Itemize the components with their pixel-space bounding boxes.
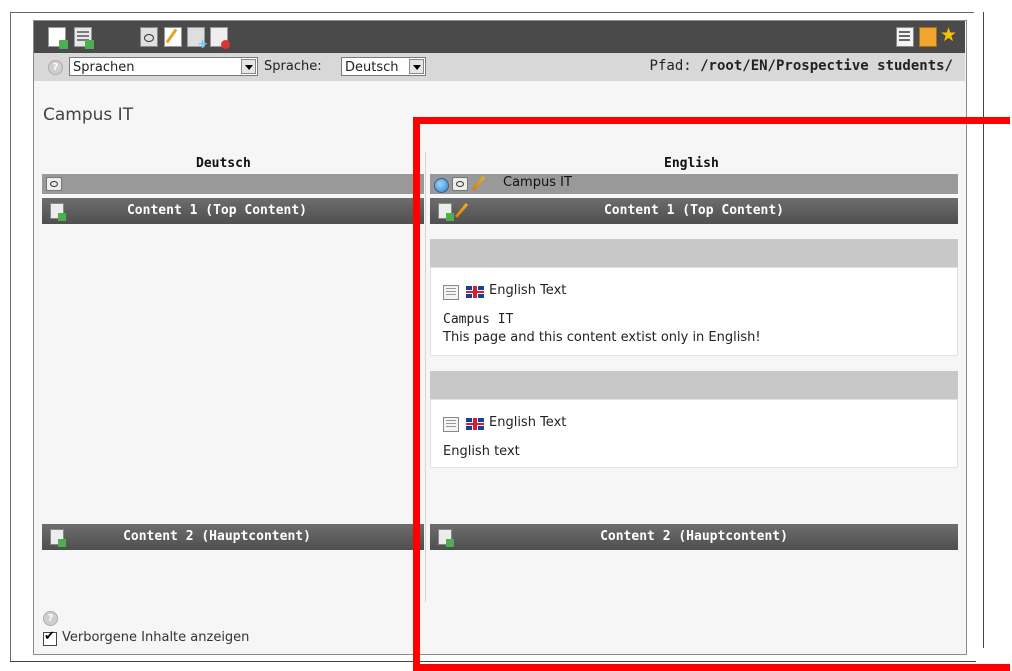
list-view-icon[interactable] <box>896 27 914 47</box>
path-label: Pfad: <box>649 58 692 74</box>
annotation-highlight-left <box>413 117 420 671</box>
content1-header-de: Content 1 (Top Content) <box>42 198 424 224</box>
frame-right-edge <box>983 12 984 648</box>
pencil-icon[interactable] <box>471 176 486 191</box>
text-element-icon <box>443 285 459 300</box>
content-type-label: English Text <box>489 415 567 430</box>
content-body: This page and this content extist only i… <box>443 330 761 345</box>
overlay-page-title: Campus IT <box>503 175 572 190</box>
annotation-highlight-bottom <box>413 664 1010 671</box>
top-toolbar <box>34 21 965 53</box>
annotation-highlight-top <box>413 117 1010 124</box>
help-icon[interactable]: ? <box>48 60 63 75</box>
content2-header-en: Content 2 (Hauptcontent) <box>430 524 958 550</box>
column-header-english: English <box>664 156 719 171</box>
content2-title-de: Content 2 (Hauptcontent) <box>123 529 311 544</box>
edit-page-icon[interactable] <box>164 27 182 47</box>
language-label: Sprache: <box>264 59 322 74</box>
new-record-icon[interactable] <box>74 27 94 49</box>
page-path: Pfad: /root/EN/Prospective students/ <box>650 58 953 74</box>
column-header-deutsch: Deutsch <box>196 156 251 171</box>
new-page-icon[interactable] <box>48 27 68 49</box>
language-overlay-bar-de <box>42 174 424 194</box>
view-icon[interactable] <box>452 177 468 191</box>
frame-bottom-edge <box>10 661 976 662</box>
content1-title-de: Content 1 (Top Content) <box>126 203 307 218</box>
help-icon[interactable]: ? <box>43 611 58 626</box>
delete-page-icon[interactable] <box>210 27 230 49</box>
language-select-value: Deutsch <box>345 60 399 75</box>
page-title: Campus IT <box>43 105 134 125</box>
chevron-down-icon <box>241 59 256 74</box>
content-element[interactable]: English Text English text <box>430 399 958 468</box>
view-page-icon[interactable] <box>140 27 158 47</box>
function-bar: ? Sprachen Sprache: Deutsch Pfad: /root/… <box>34 53 965 81</box>
mode-select-value: Sprachen <box>73 60 135 75</box>
path-value: /root/EN/Prospective students/ <box>700 58 953 74</box>
clipboard-icon[interactable] <box>919 27 937 47</box>
show-hidden-label: Verborgene Inhalte anzeigen <box>62 630 250 645</box>
content-header: Campus IT <box>443 312 514 327</box>
uk-flag-icon <box>466 418 484 430</box>
content-element-header <box>430 239 958 267</box>
content2-title-en: Content 2 (Hauptcontent) <box>600 529 788 544</box>
content-type-label: English Text <box>489 283 567 298</box>
mode-select[interactable]: Sprachen <box>69 57 258 76</box>
language-select[interactable]: Deutsch <box>341 57 426 76</box>
show-hidden-checkbox[interactable] <box>43 629 57 646</box>
content1-title-en: Content 1 (Top Content) <box>603 203 784 218</box>
uk-flag-icon <box>466 286 484 298</box>
move-page-icon[interactable] <box>187 27 208 52</box>
content-body: English text <box>443 444 520 459</box>
bookmark-star-icon[interactable] <box>940 24 958 46</box>
content2-header-de: Content 2 (Hauptcontent) <box>42 524 424 550</box>
content-element[interactable]: English Text Campus IT This page and thi… <box>430 267 958 356</box>
language-overlay-bar-en: Campus IT <box>430 174 958 194</box>
text-element-icon <box>443 417 459 432</box>
content1-header-en: Content 1 (Top Content) <box>430 198 958 224</box>
globe-icon[interactable] <box>434 178 449 193</box>
view-icon[interactable] <box>46 177 62 191</box>
column-divider <box>425 152 426 602</box>
chevron-down-icon <box>409 59 424 74</box>
content-element-header <box>430 371 958 399</box>
